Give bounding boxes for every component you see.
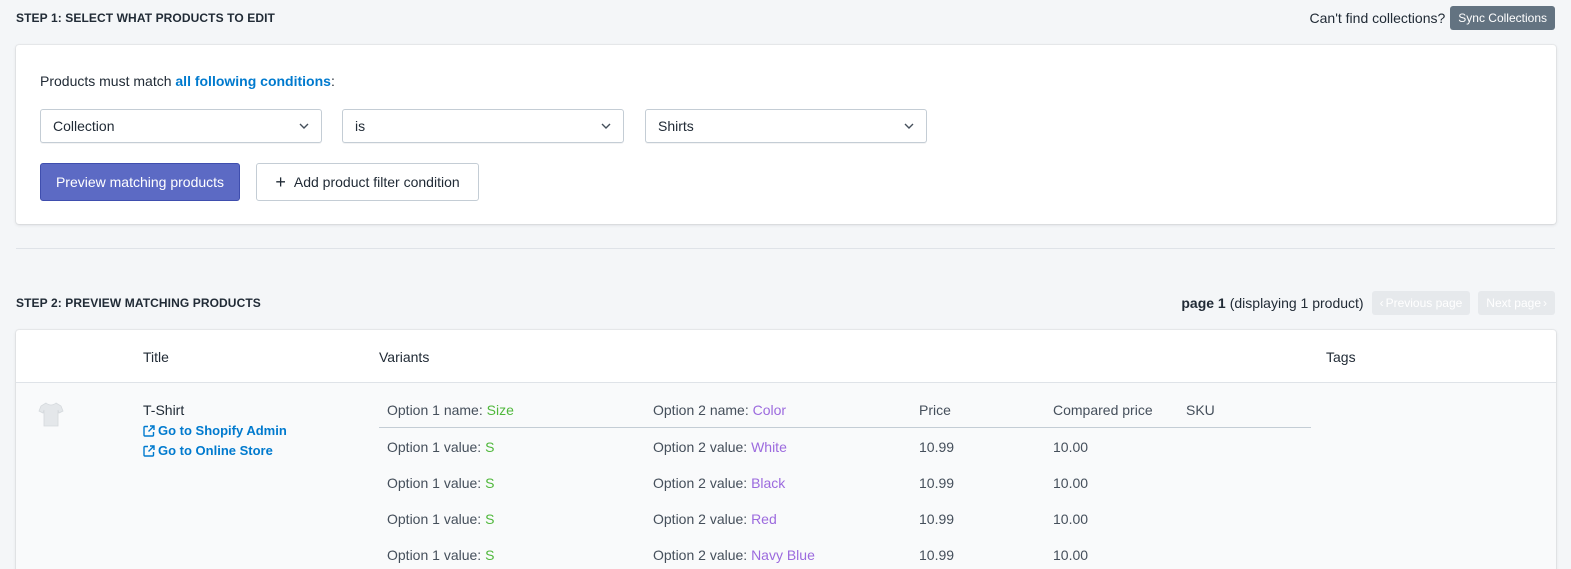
step1-title: STEP 1: SELECT WHAT PRODUCTS TO EDIT [16,11,275,25]
option2-value: Red [751,511,777,527]
step2-title: STEP 2: PREVIEW MATCHING PRODUCTS [16,296,261,310]
sync-collections-button[interactable]: Sync Collections [1450,6,1555,30]
option2-value-label: Option 2 value: [653,511,752,527]
compared-price-cell: 10.00 [1053,511,1089,527]
price-cell: 10.99 [919,547,955,563]
option2-value: White [751,439,787,455]
filter-operator-select[interactable]: is [342,109,624,143]
option2-value-cell: Option 2 value: Navy Blue [653,547,815,563]
option2-value-label: Option 2 value: [653,547,752,563]
option1-value: S [485,511,495,527]
option2-value-cell: Option 2 value: Black [653,475,785,491]
option1-value-cell: Option 1 value: S [387,547,494,563]
previous-page-button[interactable]: ‹ Previous page [1371,291,1471,315]
filter-field-value: Collection [53,118,115,134]
option2-value-cell: Option 2 value: White [653,439,787,455]
option2-name-cell: Option 2 name: Color [653,402,786,418]
variants-header-row: Option 1 name: Size Option 2 name: Color… [379,391,1311,428]
variant-row: Option 1 value: S Option 2 value: Red 10… [379,500,1311,536]
option1-value-cell: Option 1 value: S [387,511,494,527]
product-title: T-Shirt [143,402,185,418]
price-cell: 10.99 [919,475,955,491]
option1-name-cell: Option 1 name: Size [387,402,514,418]
filter-field-select[interactable]: Collection [40,109,322,143]
option2-value-label: Option 2 value: [653,439,752,455]
variants-table: Option 1 name: Size Option 2 name: Color… [379,391,1311,569]
price-header: Price [919,402,951,418]
compared-price-cell: 10.00 [1053,439,1089,455]
option2-name-value: Color [752,402,787,418]
condition-prefix: Products must match [40,73,176,89]
display-count: (displaying 1 product) [1229,295,1364,311]
add-filter-condition-button[interactable]: + Add product filter condition [256,163,479,201]
column-variants: Variants [379,349,430,365]
chevron-down-icon [299,123,309,129]
option2-value: Black [751,475,786,491]
option2-value-label: Option 2 value: [653,475,752,491]
chevron-down-icon [904,123,914,129]
step1-header: STEP 1: SELECT WHAT PRODUCTS TO EDIT Can… [16,4,1555,32]
sku-header: SKU [1186,402,1215,418]
previous-page-label: Previous page [1385,296,1463,310]
compared-price-header: Compared price [1053,402,1153,418]
online-store-label: Go to Online Store [158,443,273,458]
preview-products-button[interactable]: Preview matching products [40,163,240,201]
next-page-button[interactable]: Next page › [1478,291,1555,315]
online-store-link[interactable]: Go to Online Store [143,443,273,458]
filter-value-select[interactable]: Shirts [645,109,927,143]
sync-wrap: Can't find collections? Sync Collections [1310,6,1555,30]
tshirt-icon [38,402,64,427]
condition-text: Products must match all following condit… [40,73,335,89]
external-link-icon [143,424,155,437]
column-tags: Tags [1326,349,1356,365]
shopify-admin-label: Go to Shopify Admin [158,423,287,438]
plus-icon: + [275,172,286,192]
next-page-label: Next page [1486,296,1541,310]
chevron-down-icon [601,123,611,129]
section-divider [16,248,1555,249]
external-link-icon [143,444,155,457]
option1-name-value: Size [486,402,514,418]
option1-value-cell: Option 1 value: S [387,439,494,455]
option2-value: Navy Blue [751,547,815,563]
option1-value-label: Option 1 value: [387,547,486,563]
page-number: page 1 [1181,295,1226,311]
option1-value: S [485,475,495,491]
variant-row: Option 1 value: S Option 2 value: White … [379,428,1311,464]
compared-price-cell: 10.00 [1053,547,1089,563]
column-title: Title [143,349,169,365]
price-cell: 10.99 [919,439,955,455]
option1-name-label: Option 1 name: [387,402,487,418]
table-header: Title Variants Tags [16,330,1556,383]
chevron-left-icon: ‹ [1379,296,1384,310]
chevron-right-icon: › [1543,296,1547,310]
all-conditions-link[interactable]: all following conditions [175,73,331,89]
products-table-card: Title Variants Tags T-Shirt Go to Shopif… [16,330,1556,569]
pagination: page 1 (displaying 1 product) ‹ Previous… [1181,291,1555,315]
cant-find-text: Can't find collections? [1309,10,1446,26]
option1-value-label: Option 1 value: [387,439,486,455]
filter-value-value: Shirts [658,118,694,134]
option1-value-cell: Option 1 value: S [387,475,494,491]
compared-price-cell: 10.00 [1053,475,1089,491]
variant-row: Option 1 value: S Option 2 value: Black … [379,464,1311,500]
condition-suffix: : [330,73,335,89]
filter-operator-value: is [355,118,366,134]
option1-value: S [485,547,495,563]
variant-row: Option 1 value: S Option 2 value: Navy B… [379,536,1311,569]
filter-card: Products must match all following condit… [16,45,1556,224]
option2-value-cell: Option 2 value: Red [653,511,777,527]
add-filter-label: Add product filter condition [293,174,460,190]
option2-name-label: Option 2 name: [653,402,753,418]
shopify-admin-link[interactable]: Go to Shopify Admin [143,423,287,438]
option1-value: S [485,439,495,455]
step2-header: STEP 2: PREVIEW MATCHING PRODUCTS page 1… [16,290,1555,316]
table-row: T-Shirt Go to Shopify Admin Go to Online… [16,383,1556,569]
option1-value-label: Option 1 value: [387,475,486,491]
option1-value-label: Option 1 value: [387,511,486,527]
price-cell: 10.99 [919,511,955,527]
